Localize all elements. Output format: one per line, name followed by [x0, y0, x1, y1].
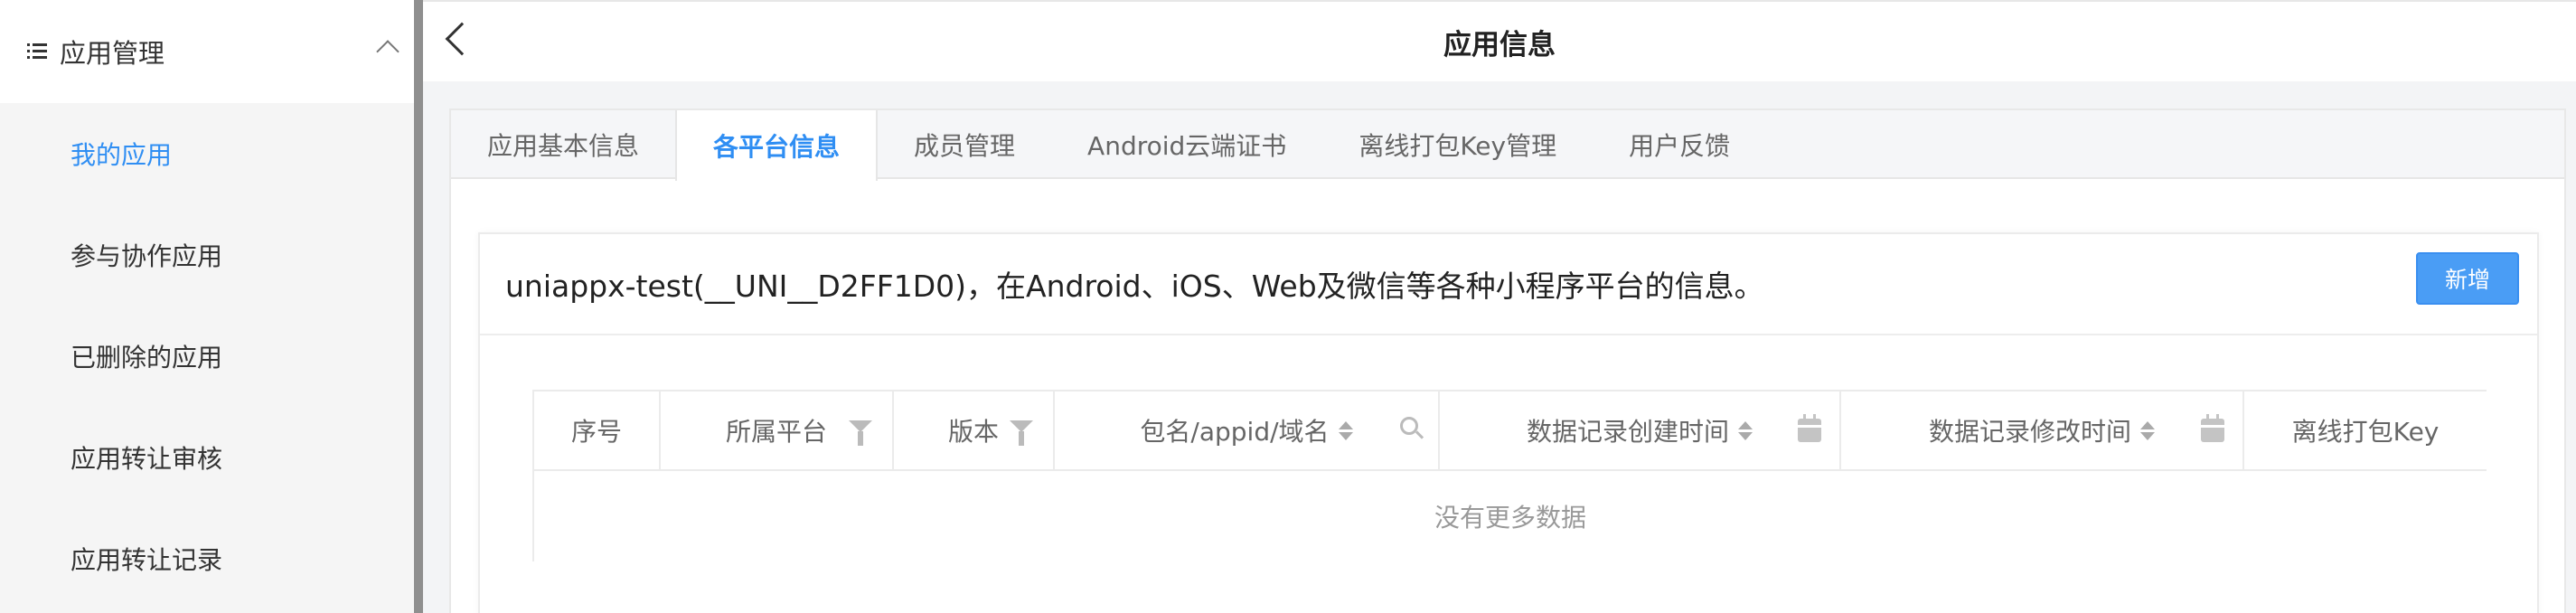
platform-card: uniappx-test(__UNI__D2FF1D0)，在Android、iO… — [478, 232, 2539, 613]
main-panel: 应用基本信息 各平台信息 成员管理 Android云端证书 离线打包Key管理 … — [449, 108, 2566, 613]
sidebar-item-collab-apps[interactable]: 参与协作应用 — [0, 204, 414, 306]
calendar-icon[interactable] — [2201, 414, 2224, 442]
column-version-label: 版本 — [947, 417, 999, 447]
column-version: 版本 — [894, 391, 1055, 469]
tab-members[interactable]: 成员管理 — [878, 110, 1051, 179]
page-title: 应用信息 — [1443, 29, 1556, 61]
tab-feedback[interactable]: 用户反馈 — [1593, 110, 1766, 179]
filter-icon[interactable] — [849, 420, 872, 446]
tab-basic-info[interactable]: 应用基本信息 — [451, 110, 675, 179]
tab-android-cert[interactable]: Android云端证书 — [1051, 110, 1322, 179]
sidebar-group-header[interactable]: 应用管理 — [0, 0, 414, 103]
sort-icon[interactable] — [1738, 420, 1753, 440]
sidebar-item-transfer-records[interactable]: 应用转让记录 — [0, 508, 414, 609]
table-header: 序号 所属平台 版本 包名/appid/域名 数据记录创建时间 数据记录修改时间… — [534, 390, 2487, 471]
add-button[interactable]: 新增 — [2416, 252, 2519, 305]
column-platform: 所属平台 — [661, 391, 894, 469]
card-header: uniappx-test(__UNI__D2FF1D0)，在Android、iO… — [480, 234, 2537, 335]
column-package: 包名/appid/域名 — [1055, 391, 1440, 469]
column-created-time: 数据记录创建时间 — [1440, 391, 1841, 469]
sort-icon[interactable] — [2140, 420, 2155, 440]
column-index-label: 序号 — [570, 417, 622, 447]
tab-bar: 应用基本信息 各平台信息 成员管理 Android云端证书 离线打包Key管理 … — [451, 110, 2564, 181]
column-modified-label: 数据记录修改时间 — [1928, 417, 2131, 447]
card-title: uniappx-test(__UNI__D2FF1D0)，在Android、iO… — [505, 269, 1764, 304]
column-offline-key-label: 离线打包Key — [2291, 417, 2440, 447]
column-offline-key: 离线打包Key — [2244, 391, 2487, 469]
sidebar-group-title: 应用管理 — [60, 38, 165, 69]
column-created-label: 数据记录创建时间 — [1526, 417, 1729, 447]
column-platform-label: 所属平台 — [725, 417, 827, 447]
search-icon[interactable] — [1400, 417, 1418, 435]
list-icon — [27, 42, 47, 61]
top-header: 应用信息 — [423, 0, 2576, 81]
column-index: 序号 — [534, 391, 661, 469]
column-modified-time: 数据记录修改时间 — [1841, 391, 2244, 469]
sidebar-item-transfer-review[interactable]: 应用转让审核 — [0, 407, 414, 508]
platform-table: 序号 所属平台 版本 包名/appid/域名 数据记录创建时间 数据记录修改时间… — [532, 390, 2487, 561]
chevron-up-icon[interactable] — [376, 40, 400, 63]
empty-state: 没有更多数据 — [1434, 503, 1586, 533]
tab-offline-key[interactable]: 离线打包Key管理 — [1322, 110, 1593, 179]
sidebar-item-my-apps[interactable]: 我的应用 — [0, 103, 414, 204]
calendar-icon[interactable] — [1798, 414, 1821, 442]
column-package-label: 包名/appid/域名 — [1140, 417, 1330, 447]
sidebar-item-deleted-apps[interactable]: 已删除的应用 — [0, 306, 414, 407]
filter-icon[interactable] — [1010, 420, 1033, 446]
sidebar: 应用管理 我的应用 参与协作应用 已删除的应用 应用转让审核 应用转让记录 — [0, 0, 414, 613]
sidebar-scrollbar[interactable] — [414, 0, 423, 613]
tab-platform-info[interactable]: 各平台信息 — [675, 110, 879, 181]
sort-icon[interactable] — [1338, 420, 1353, 440]
